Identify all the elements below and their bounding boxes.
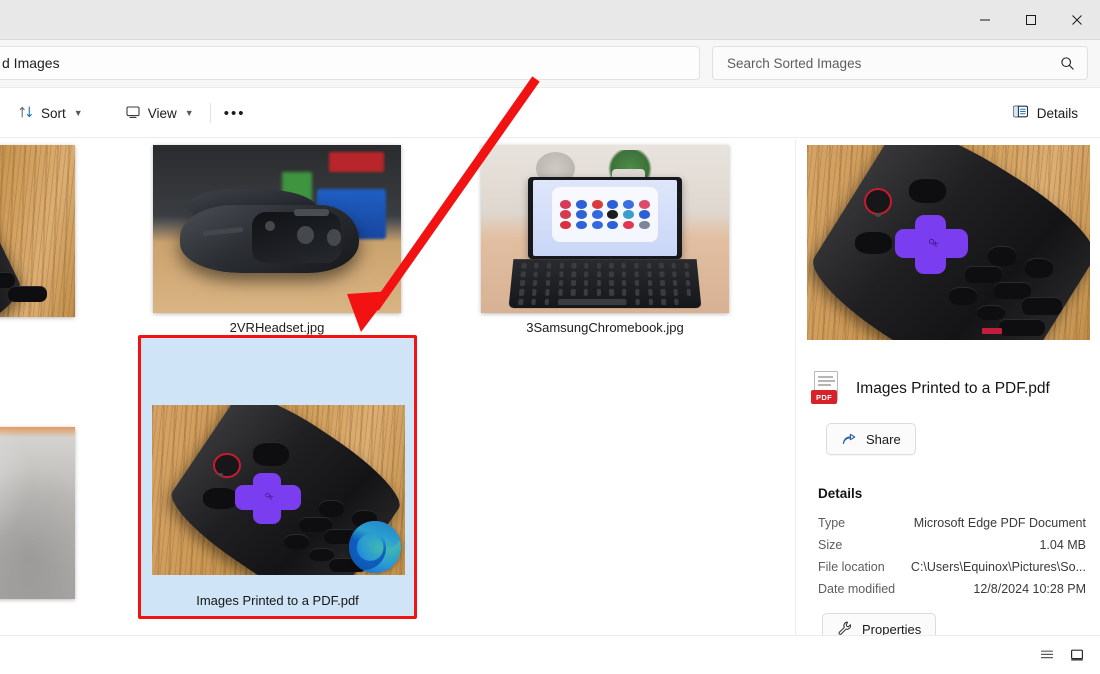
preview-thumbnail: OK (807, 145, 1090, 340)
detail-row-date-modified: Date modified 12/8/2024 10:28 PM (818, 582, 1086, 596)
maximize-button[interactable] (1008, 0, 1054, 40)
status-bar (0, 635, 1100, 674)
share-icon (841, 430, 857, 449)
detail-key: Date modified (818, 582, 896, 596)
thumbnail (0, 145, 75, 317)
command-bar: Sort ▼ View ▼ ••• Details (0, 88, 1100, 138)
list-item-images-printed-to-a-pdf[interactable]: OK Images Printed to a PDF.pdf (140, 337, 415, 617)
detail-value: 1.04 MB (1039, 538, 1086, 552)
detail-key: Size (818, 538, 843, 552)
detail-row-file-location: File location C:\Users\Equinox\Pictures\… (818, 560, 1086, 574)
search-icon[interactable] (1053, 49, 1081, 77)
sort-arrows-icon (18, 104, 34, 123)
minimize-button[interactable] (962, 0, 1008, 40)
view-label: View (147, 105, 177, 121)
thumbnail (0, 427, 75, 599)
title-bar (0, 0, 1100, 40)
list-item[interactable] (0, 427, 75, 599)
toolbar-divider (209, 103, 211, 123)
picture-samsung-chromebook (481, 145, 729, 313)
detail-value: C:\Users\Equinox\Pictures\So... (910, 560, 1086, 574)
detail-value: 12/8/2024 10:28 PM (973, 582, 1086, 596)
sort-button[interactable]: Sort ▼ (8, 97, 93, 129)
details-pane-button[interactable]: Details (1002, 97, 1088, 129)
breadcrumb-text: d Images (2, 55, 60, 71)
picture-roku-remote-partial (0, 145, 75, 317)
monitor-icon (125, 104, 141, 123)
file-header: PDF Images Printed to a PDF.pdf (810, 371, 1092, 407)
detail-key: File location (818, 560, 885, 574)
overflow-menu-button[interactable]: ••• (217, 97, 253, 129)
file-explorer-window: d Images Search Sorted Images Sort ▼ Vie… (0, 0, 1100, 674)
details-pane-icon (1012, 103, 1029, 123)
chevron-down-icon: ▼ (184, 107, 194, 118)
view-button[interactable]: View ▼ (115, 97, 204, 129)
edge-browser-icon (349, 521, 401, 573)
list-view-icon[interactable] (1034, 643, 1060, 667)
search-input[interactable]: Search Sorted Images (712, 46, 1088, 80)
list-item-2vrheadset[interactable]: 2VRHeadset.jpg (153, 145, 401, 335)
list-item-label: 3SamsungChromebook.jpg (526, 320, 684, 335)
close-button[interactable] (1054, 0, 1100, 40)
details-section-title: Details (818, 486, 863, 501)
detail-row-type: Type Microsoft Edge PDF Document (818, 516, 1086, 530)
picture-gray-concrete-partial (0, 427, 75, 599)
thumbnail-images-printed-to-a-pdf: OK (152, 405, 405, 575)
address-bar-row: d Images Search Sorted Images (0, 40, 1100, 88)
thumbnail-3samsungchromebook (481, 145, 729, 313)
picture-roku-remote-on-wood-preview: OK (807, 145, 1090, 340)
chevron-down-icon: ▼ (73, 107, 83, 118)
sort-label: Sort (41, 105, 66, 121)
list-item[interactable] (0, 145, 75, 317)
breadcrumb[interactable]: d Images (0, 46, 700, 80)
share-label: Share (866, 431, 901, 447)
list-item-3samsungchromebook[interactable]: 3SamsungChromebook.jpg (481, 145, 729, 335)
list-item-label: Images Printed to a PDF.pdf (196, 593, 359, 608)
search-placeholder: Search Sorted Images (727, 55, 862, 71)
file-name: Images Printed to a PDF.pdf (856, 380, 1050, 397)
picture-vr-headset (153, 145, 401, 313)
pdf-badge: PDF (811, 390, 837, 404)
tile-view-icon[interactable] (1064, 643, 1090, 667)
list-item-label: 2VRHeadset.jpg (229, 320, 325, 335)
detail-row-size: Size 1.04 MB (818, 538, 1086, 552)
pdf-file-icon: PDF (810, 371, 842, 407)
detail-value: Microsoft Edge PDF Document (913, 516, 1086, 530)
details-pane-label: Details (1036, 105, 1078, 121)
detail-key: Type (818, 516, 846, 530)
thumbnail-2vrheadset (153, 145, 401, 313)
share-button[interactable]: Share (826, 423, 916, 455)
